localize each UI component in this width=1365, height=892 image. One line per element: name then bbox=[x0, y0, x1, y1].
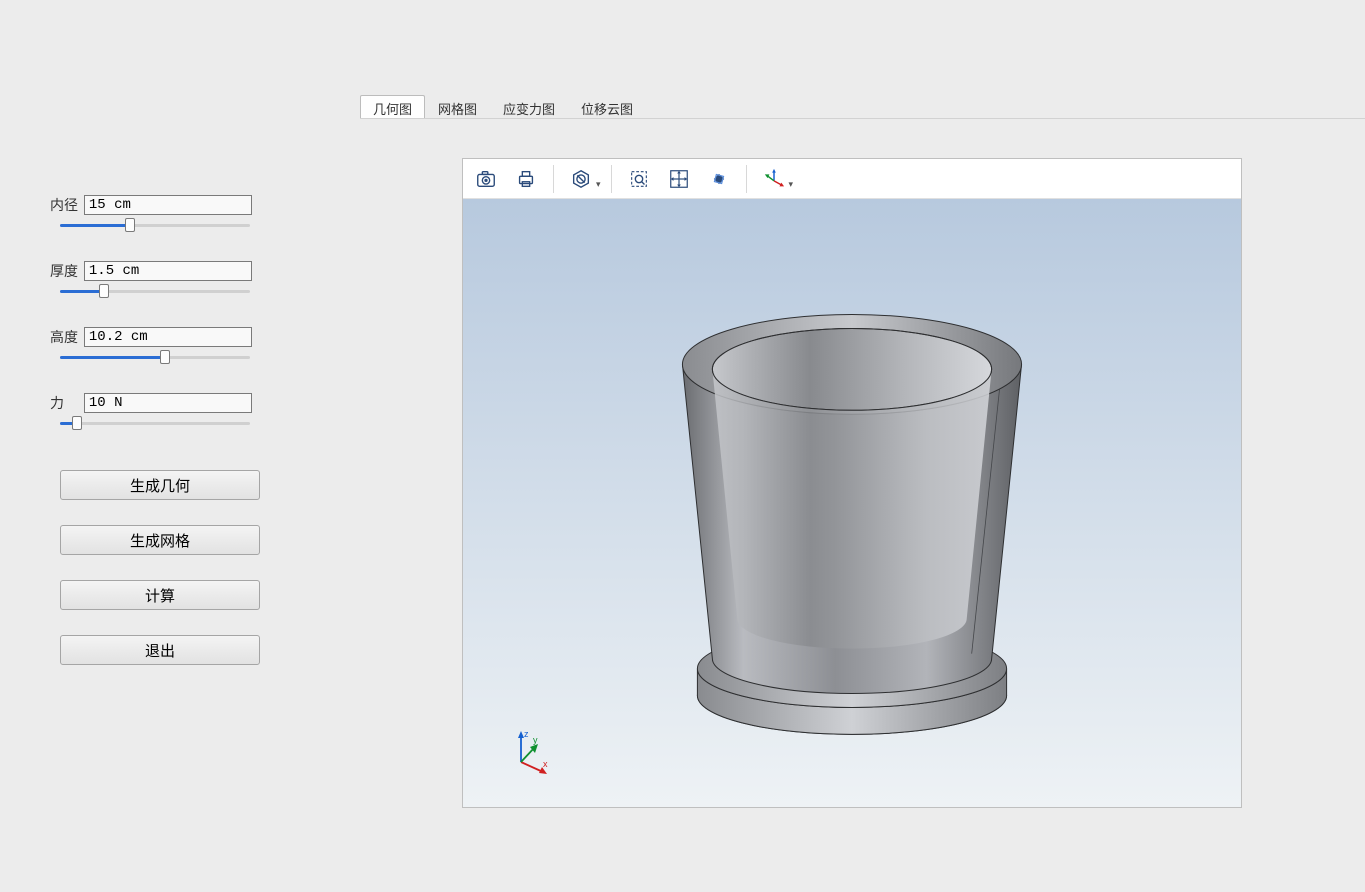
toolbar-separator bbox=[746, 165, 747, 193]
slider-thumb[interactable] bbox=[125, 218, 135, 232]
thickness-input[interactable] bbox=[84, 261, 252, 281]
slider-thumb[interactable] bbox=[99, 284, 109, 298]
param-label: 高度 bbox=[50, 327, 80, 347]
tab-displacement[interactable]: 位移云图 bbox=[568, 95, 646, 119]
action-button-group: 生成几何 生成网格 计算 退出 bbox=[60, 470, 260, 690]
axis-z-label: z bbox=[524, 729, 529, 739]
param-label: 力 bbox=[50, 393, 80, 413]
scene-canvas[interactable]: z x y bbox=[463, 199, 1241, 807]
generate-geometry-button[interactable]: 生成几何 bbox=[60, 470, 260, 500]
axis-y-label: y bbox=[533, 735, 538, 745]
model-cylinder bbox=[463, 199, 1241, 807]
view-tabs: 几何图 网格图 应变力图 位移云图 bbox=[360, 95, 646, 119]
param-label: 内径 bbox=[50, 195, 80, 215]
rotate-icon[interactable] bbox=[702, 162, 736, 196]
axis-x-label: x bbox=[543, 759, 548, 769]
force-slider[interactable] bbox=[60, 419, 250, 427]
tab-geometry[interactable]: 几何图 bbox=[360, 95, 425, 119]
compute-button[interactable]: 计算 bbox=[60, 580, 260, 610]
toolbar-separator bbox=[611, 165, 612, 193]
axis-gizmo: z x y bbox=[503, 727, 553, 777]
toolbar-separator bbox=[553, 165, 554, 193]
parameter-panel: 内径 厚度 高度 bbox=[50, 195, 260, 459]
zoom-box-icon[interactable] bbox=[622, 162, 656, 196]
exit-button[interactable]: 退出 bbox=[60, 635, 260, 665]
print-icon[interactable] bbox=[509, 162, 543, 196]
viewport-3d: ▾ ▾ bbox=[462, 158, 1242, 808]
camera-icon[interactable] bbox=[469, 162, 503, 196]
chevron-down-icon[interactable]: ▾ bbox=[789, 179, 794, 190]
tab-mesh[interactable]: 网格图 bbox=[425, 95, 490, 119]
chevron-down-icon[interactable]: ▾ bbox=[596, 179, 601, 190]
param-thickness: 厚度 bbox=[50, 261, 260, 295]
slider-thumb[interactable] bbox=[72, 416, 82, 430]
pan-icon[interactable] bbox=[662, 162, 696, 196]
param-height: 高度 bbox=[50, 327, 260, 361]
param-inner-diameter: 内径 bbox=[50, 195, 260, 229]
tabbar-underline bbox=[360, 118, 1365, 119]
inner-diameter-slider[interactable] bbox=[60, 221, 250, 229]
viewport-toolbar: ▾ ▾ bbox=[463, 159, 1241, 199]
thickness-slider[interactable] bbox=[60, 287, 250, 295]
force-input[interactable] bbox=[84, 393, 252, 413]
slider-thumb[interactable] bbox=[160, 350, 170, 364]
param-label: 厚度 bbox=[50, 261, 80, 281]
axes-icon[interactable] bbox=[757, 162, 791, 196]
generate-mesh-button[interactable]: 生成网格 bbox=[60, 525, 260, 555]
height-slider[interactable] bbox=[60, 353, 250, 361]
param-force: 力 bbox=[50, 393, 260, 427]
height-input[interactable] bbox=[84, 327, 252, 347]
inner-diameter-input[interactable] bbox=[84, 195, 252, 215]
tab-stress[interactable]: 应变力图 bbox=[490, 95, 568, 119]
reset-icon[interactable] bbox=[564, 162, 598, 196]
